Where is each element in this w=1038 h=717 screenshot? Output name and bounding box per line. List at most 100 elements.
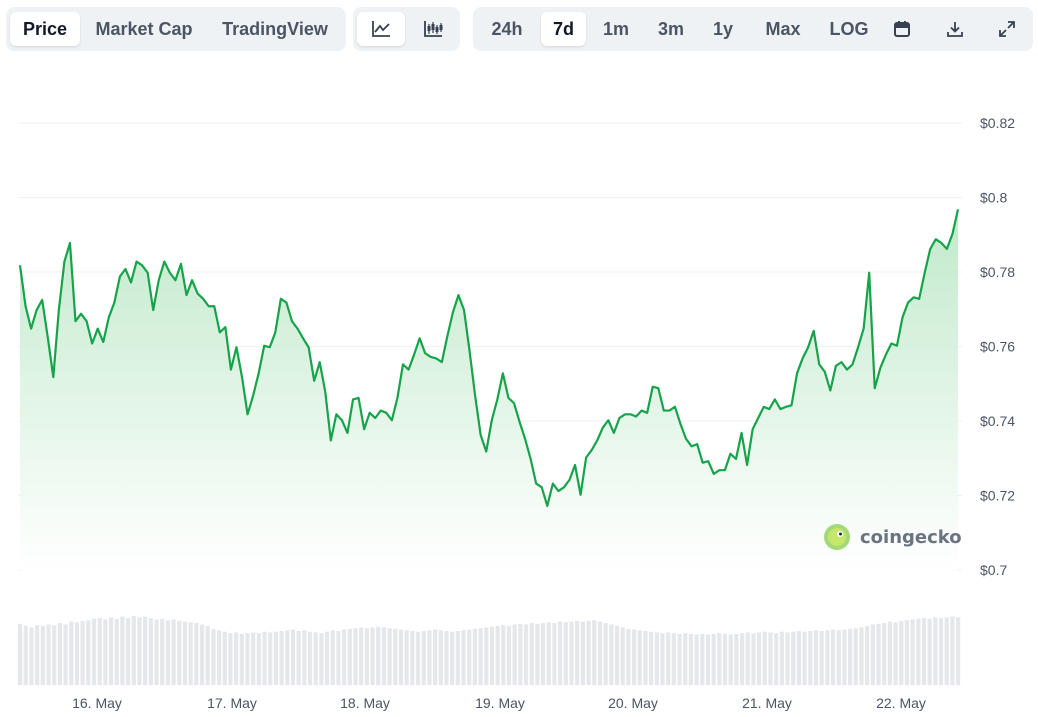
range-1m[interactable]: 1m — [592, 12, 640, 46]
volume-bar — [734, 633, 739, 685]
volume-bar — [421, 631, 426, 685]
volume-bar — [40, 625, 45, 685]
volume-bar — [904, 620, 910, 685]
volume-bar — [728, 634, 733, 685]
price-series — [18, 209, 960, 573]
expand-icon — [999, 21, 1015, 37]
tab-price[interactable]: Price — [10, 12, 80, 46]
y-axis: $0.82 $0.8 $0.78 $0.76 $0.74 $0.72 $0.7 — [980, 115, 1015, 578]
volume-bar — [239, 633, 244, 685]
volume-bar — [438, 630, 443, 685]
volume-bar — [23, 625, 28, 685]
volume-bar — [893, 622, 898, 685]
y-tick-label: $0.8 — [980, 190, 1007, 206]
volume-bar — [194, 623, 199, 685]
volume-bar — [57, 623, 62, 685]
volume-bar — [393, 628, 398, 685]
volume-bar — [683, 633, 688, 685]
volume-bar — [745, 632, 750, 685]
volume-bar — [512, 624, 517, 685]
volume-bar — [899, 620, 904, 685]
y-tick-label: $0.76 — [980, 339, 1015, 355]
metric-tab-group: Price Market Cap TradingView — [6, 7, 346, 51]
volume-bar — [825, 630, 830, 685]
range-7d[interactable]: 7d — [541, 12, 586, 46]
volume-bar — [813, 630, 819, 685]
volume-bar — [563, 622, 568, 685]
volume-bar — [455, 631, 460, 685]
candlestick-button[interactable] — [409, 12, 457, 46]
volume-bar — [370, 627, 375, 685]
volume-bar — [52, 625, 57, 685]
volume-bar — [870, 624, 875, 685]
volume-bar — [523, 624, 529, 685]
volume-bar — [660, 633, 665, 685]
volume-bar — [506, 625, 512, 685]
volume-bar — [472, 628, 477, 685]
volume-bar — [535, 623, 540, 685]
volume-bar — [137, 617, 142, 685]
volume-bar — [671, 633, 676, 685]
volume-bar — [910, 619, 915, 685]
volume-bars — [18, 615, 961, 685]
volume-bar — [722, 633, 728, 685]
volume-bar — [126, 618, 131, 685]
volume-bar — [592, 620, 597, 685]
volume-bar — [336, 631, 341, 685]
fullscreen-button[interactable] — [988, 12, 1026, 46]
volume-bar — [597, 621, 603, 685]
download-button[interactable] — [936, 12, 974, 46]
volume-bar — [359, 627, 364, 685]
volume-bar — [762, 631, 767, 685]
volume-bar — [495, 625, 500, 685]
volume-bar — [330, 630, 335, 685]
volume-bar — [398, 629, 404, 685]
line-chart-button[interactable] — [357, 12, 405, 46]
volume-bar — [296, 631, 301, 685]
tab-market-cap[interactable]: Market Cap — [86, 12, 202, 46]
volume-bar — [836, 630, 841, 685]
volume-bar — [700, 633, 705, 685]
volume-bar — [268, 632, 273, 685]
volume-bar — [410, 631, 415, 685]
volume-bar — [518, 623, 523, 685]
volume-bar — [467, 629, 472, 685]
volume-bar — [245, 633, 250, 685]
volume-bar — [916, 618, 921, 685]
volume-bar — [796, 631, 802, 685]
volume-bar — [177, 620, 182, 685]
range-1y[interactable]: 1y — [702, 12, 744, 46]
volume-bar — [558, 621, 563, 685]
x-tick-label: 22. May — [876, 695, 926, 711]
volume-bar — [228, 633, 233, 685]
price-chart: $0.82 $0.8 $0.78 $0.76 $0.74 $0.72 $0.7 16. Ma… — [18, 115, 1015, 711]
volume-bar — [956, 617, 961, 685]
volume-bar — [63, 624, 68, 685]
volume-bar — [74, 622, 80, 685]
volume-bar — [757, 632, 762, 685]
range-max[interactable]: Max — [750, 12, 816, 46]
calendar-icon — [894, 21, 910, 37]
volume-bar — [273, 631, 279, 685]
x-tick-label: 19. May — [475, 695, 525, 711]
volume-bar — [461, 630, 466, 685]
volume-bar — [637, 630, 642, 685]
volume-bar — [921, 618, 927, 685]
tab-tradingview[interactable]: TradingView — [210, 12, 340, 46]
volume-bar — [575, 620, 580, 685]
volume-bar — [188, 622, 193, 685]
volume-bar — [484, 627, 489, 685]
calendar-button[interactable] — [883, 12, 921, 46]
volume-bar — [404, 630, 409, 685]
volume-bar — [35, 625, 40, 685]
volume-bar — [427, 630, 432, 685]
x-tick-label: 16. May — [72, 695, 122, 711]
y-tick-label: $0.82 — [980, 115, 1015, 131]
log-scale-toggle[interactable]: LOG — [820, 12, 878, 46]
range-3m[interactable]: 3m — [646, 12, 696, 46]
x-tick-label: 18. May — [340, 695, 390, 711]
volume-bar — [751, 633, 756, 685]
volume-bar — [927, 618, 932, 685]
volume-bar — [876, 623, 881, 685]
range-24h[interactable]: 24h — [477, 12, 537, 46]
